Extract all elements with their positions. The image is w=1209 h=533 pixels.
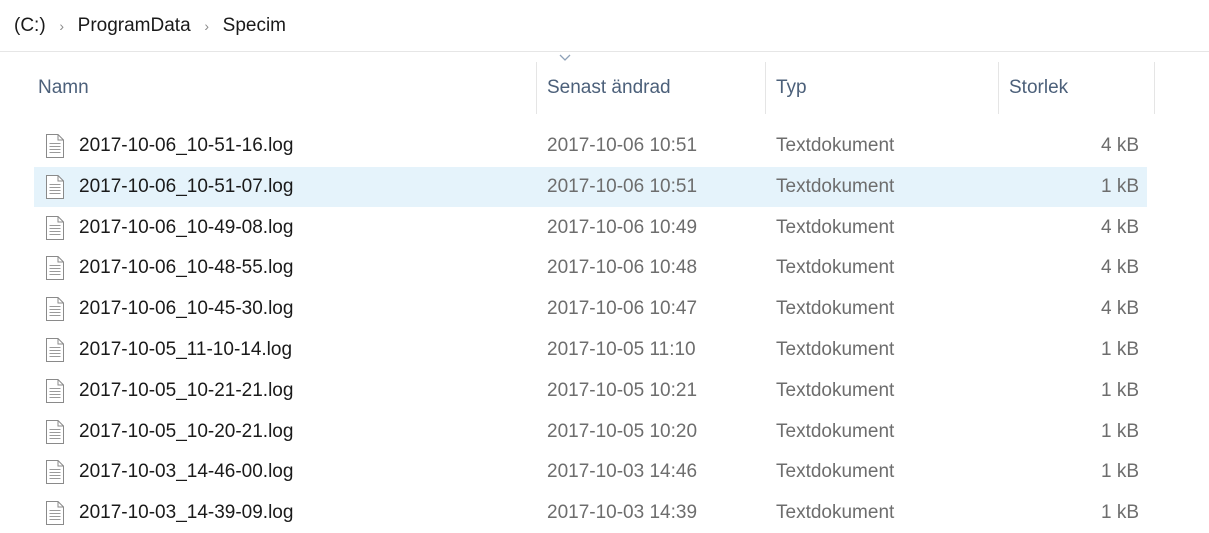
file-type: Textdokument [776,135,895,156]
file-row[interactable]: 2017-10-06_10-45-30.log 2017-10-06 10:47… [34,289,1147,329]
file-date-modified: 2017-10-06 10:47 [547,298,698,320]
text-document-icon [46,378,64,403]
column-header-type[interactable]: Typ [766,52,998,124]
file-row[interactable]: 2017-10-05_10-21-21.log 2017-10-05 10:21… [34,371,1147,411]
file-type: Textdokument [776,461,895,483]
file-size: 1 kB [1100,379,1139,401]
breadcrumb-item-specim[interactable]: Specim [223,15,286,37]
file-name: 2017-10-05_10-21-21.log [79,379,294,401]
file-row[interactable]: 2017-10-03_14-46-00.log 2017-10-03 14:46… [34,452,1147,492]
file-name: 2017-10-03_14-46-00.log [79,461,294,483]
text-document-icon [46,256,64,281]
chevron-down-icon [559,54,571,61]
file-name: 2017-10-06_10-45-30.log [79,298,294,320]
file-size: 4 kB [1100,135,1139,156]
text-document-icon [46,297,64,322]
file-row[interactable]: 2017-10-03_14-39-09.log 2017-10-03 14:39… [34,493,1147,533]
column-header-bar: Namn Senast ändrad Typ Storlek [0,52,1209,124]
file-size: 4 kB [1100,216,1139,238]
column-header-size[interactable]: Storlek [999,52,1155,124]
file-type: Textdokument [776,502,895,524]
file-type: Textdokument [776,216,895,238]
breadcrumb-item-drive[interactable]: (C:) [14,15,46,37]
file-date-modified: 2017-10-03 14:46 [547,461,698,483]
file-size: 1 kB [1100,461,1139,483]
text-document-icon [46,174,64,199]
file-name: 2017-10-06_10-51-16.log [79,135,294,156]
file-row[interactable]: 2017-10-05_10-20-21.log 2017-10-05 10:20… [34,412,1147,452]
file-name: 2017-10-06_10-48-55.log [79,257,294,279]
file-size: 1 kB [1100,175,1139,197]
file-name: 2017-10-06_10-51-07.log [79,175,294,197]
text-document-icon [46,338,64,362]
file-size: 4 kB [1100,257,1139,279]
file-size: 1 kB [1100,420,1139,442]
file-name: 2017-10-05_10-20-21.log [79,420,294,442]
file-name: 2017-10-06_10-49-08.log [79,216,294,238]
file-type: Textdokument [776,379,895,401]
file-date-modified: 2017-10-05 10:20 [547,420,698,442]
file-row[interactable]: 2017-10-05_11-10-14.log 2017-10-05 11:10… [34,330,1147,370]
file-name: 2017-10-05_11-10-14.log [79,339,293,360]
file-row[interactable]: 2017-10-06_10-51-07.log 2017-10-06 10:51… [34,166,1147,207]
file-type: Textdokument [776,175,895,197]
file-date-modified: 2017-10-06 10:49 [547,216,698,238]
file-row[interactable]: 2017-10-06_10-48-55.log 2017-10-06 10:48… [34,248,1147,288]
file-size: 1 kB [1100,502,1139,524]
text-document-icon [46,134,64,158]
file-type: Textdokument [776,298,895,320]
file-type: Textdokument [776,257,895,279]
file-date-modified: 2017-10-03 14:39 [547,502,698,524]
file-type: Textdokument [776,420,895,442]
file-date-modified: 2017-10-06 10:51 [547,175,698,197]
file-size: 1 kB [1100,339,1139,360]
file-date-modified: 2017-10-06 10:48 [547,257,698,279]
file-row[interactable]: 2017-10-06_10-49-08.log 2017-10-06 10:49… [34,208,1147,248]
breadcrumb: (C:) › ProgramData › Specim [0,0,1209,52]
text-document-icon [46,460,64,485]
file-type: Textdokument [776,339,895,360]
file-size: 4 kB [1100,298,1139,320]
column-header-name[interactable]: Namn [28,52,536,124]
breadcrumb-chevron-icon: › [59,17,64,34]
breadcrumb-item-programdata[interactable]: ProgramData [78,15,191,37]
file-name: 2017-10-03_14-39-09.log [79,502,294,524]
text-document-icon [46,501,64,526]
file-date-modified: 2017-10-06 10:51 [547,135,698,156]
file-date-modified: 2017-10-05 10:21 [547,379,698,401]
text-document-icon [46,215,64,240]
file-row[interactable]: 2017-10-06_10-51-16.log 2017-10-06 10:51… [34,126,1147,166]
file-date-modified: 2017-10-05 11:10 [547,339,696,360]
column-divider[interactable] [1154,62,1155,114]
text-document-icon [46,419,64,444]
breadcrumb-chevron-icon: › [204,17,209,34]
